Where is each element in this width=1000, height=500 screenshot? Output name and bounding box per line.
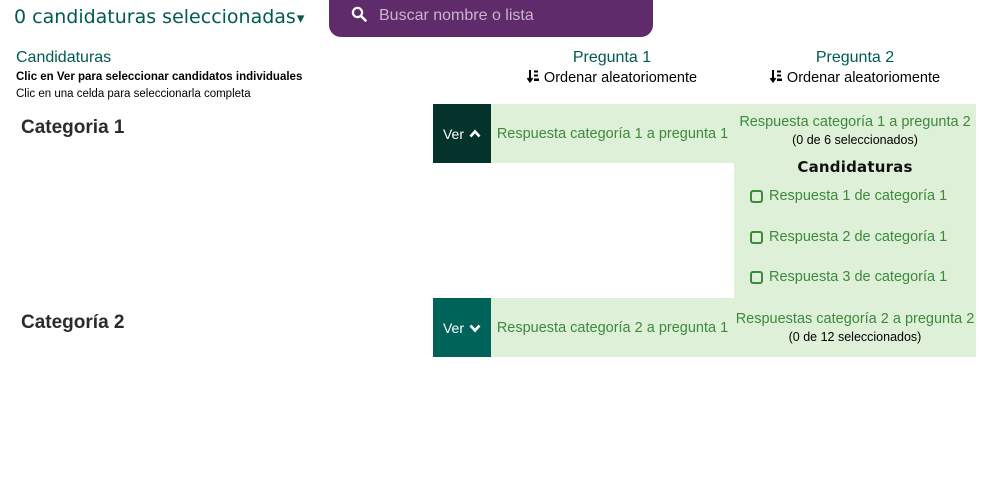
checkbox-icon — [750, 230, 763, 244]
category-2-ver-button[interactable]: Ver — [433, 298, 491, 357]
question-1-title: Pregunta 1 — [572, 49, 652, 66]
category-2-label: Categoría 2 — [21, 312, 125, 333]
search-icon — [351, 6, 367, 22]
chevron-down-icon — [469, 324, 481, 332]
question-1-sort-button[interactable]: Ordenar aleatoriomente — [492, 69, 732, 86]
candidate-label: Respuesta 3 de categoría 1 — [769, 269, 948, 285]
question-2-sort-label: Ordenar aleatoriomente — [786, 70, 941, 86]
question-2-title: Pregunta 2 — [815, 49, 895, 66]
search-input[interactable] — [379, 5, 639, 27]
hint-ver-text: Clic en Ver para seleccionar candidatos … — [16, 71, 303, 83]
candidate-label: Respuesta 2 de categoría 1 — [769, 229, 948, 245]
category-2-question-1-cell[interactable]: Respuesta categoría 2 a pregunta 1 — [491, 298, 734, 357]
chevron-up-icon — [469, 129, 481, 137]
question-2-header: Pregunta 2 Ordenar aleatoriomente — [735, 49, 975, 86]
cell-answer-text: Respuesta categoría 1 a pregunta 1 — [496, 125, 729, 142]
candidate-checkbox-item[interactable]: Respuesta 1 de categoría 1 — [750, 188, 947, 204]
sort-random-icon — [769, 70, 782, 83]
selected-count-label: 0 candidaturas seleccionadas — [14, 6, 296, 28]
category-1-question-2-cell[interactable]: Respuesta categoría 1 a pregunta 2 (0 de… — [734, 104, 976, 156]
cell-answer-text: Respuesta categoría 2 a pregunta 1 — [496, 319, 729, 336]
selection-count: (0 de 12 seleccionados) — [788, 330, 922, 344]
category-1-question-2-panel: Respuesta categoría 1 a pregunta 2 (0 de… — [734, 104, 976, 298]
search-bar — [329, 0, 653, 37]
caret-down-icon: ▾ — [296, 9, 305, 27]
question-1-header: Pregunta 1 Ordenar aleatoriomente — [492, 49, 732, 86]
cell-answer-text: Respuesta categoría 1 a pregunta 2 — [739, 113, 971, 130]
ver-label: Ver — [442, 125, 464, 142]
selected-candidates-toggle[interactable]: 0 candidaturas seleccionadas▾ — [14, 6, 304, 28]
candidaturas-column-title: Candidaturas — [16, 49, 112, 66]
candidates-heading: Candidaturas — [797, 158, 913, 176]
category-1-question-1-cell[interactable]: Respuesta categoría 1 a pregunta 1 — [491, 104, 734, 163]
question-1-sort-label: Ordenar aleatoriomente — [543, 70, 698, 86]
ver-label: Ver — [442, 319, 464, 336]
cell-answer-text: Respuestas categoría 2 a pregunta 2 — [735, 311, 975, 327]
category-1-label: Categoria 1 — [21, 117, 125, 138]
category-1-ver-button[interactable]: Ver — [433, 104, 491, 163]
category-2-question-2-cell[interactable]: Respuestas categoría 2 a pregunta 2 (0 d… — [734, 298, 976, 357]
hint-cell-text: Clic en una celda para seleccionarla com… — [16, 88, 251, 100]
checkbox-icon — [750, 189, 763, 203]
selection-count: (0 de 6 seleccionados) — [792, 132, 918, 147]
question-2-sort-button[interactable]: Ordenar aleatoriomente — [735, 69, 975, 86]
checkbox-icon — [750, 270, 763, 284]
candidate-label: Respuesta 1 de categoría 1 — [769, 188, 948, 204]
candidate-checkbox-item[interactable]: Respuesta 3 de categoría 1 — [750, 269, 947, 285]
sort-random-icon — [526, 70, 539, 83]
candidate-checkbox-item[interactable]: Respuesta 2 de categoría 1 — [750, 229, 947, 245]
